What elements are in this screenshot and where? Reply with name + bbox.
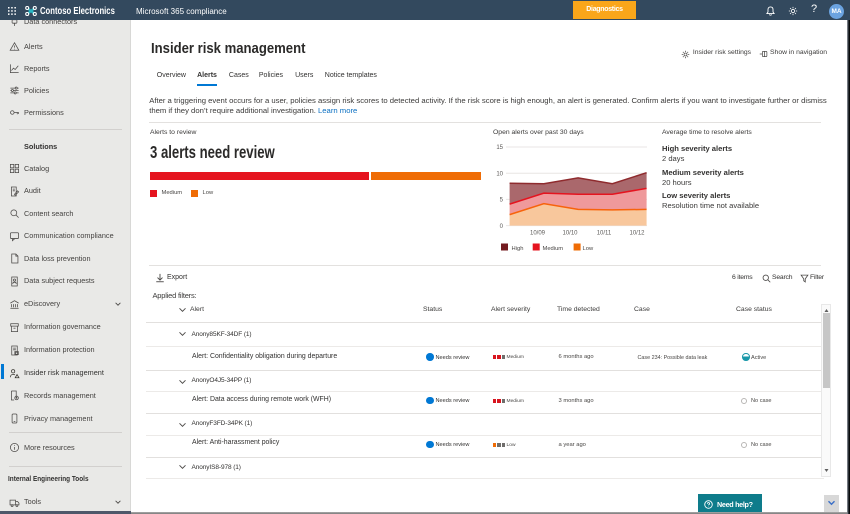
svg-text:10/09: 10/09 [530,230,546,236]
svg-text:Low: Low [583,246,594,252]
svg-text:15: 15 [496,145,503,151]
svg-text:Medium: Medium [543,246,564,252]
svg-text:10/11: 10/11 [597,230,612,236]
svg-text:10: 10 [496,171,503,177]
svg-text:5: 5 [500,198,504,204]
svg-text:10/10: 10/10 [562,230,578,236]
svg-text:0: 0 [500,224,504,230]
svg-text:10/12: 10/12 [629,230,645,236]
svg-text:High: High [512,246,524,252]
